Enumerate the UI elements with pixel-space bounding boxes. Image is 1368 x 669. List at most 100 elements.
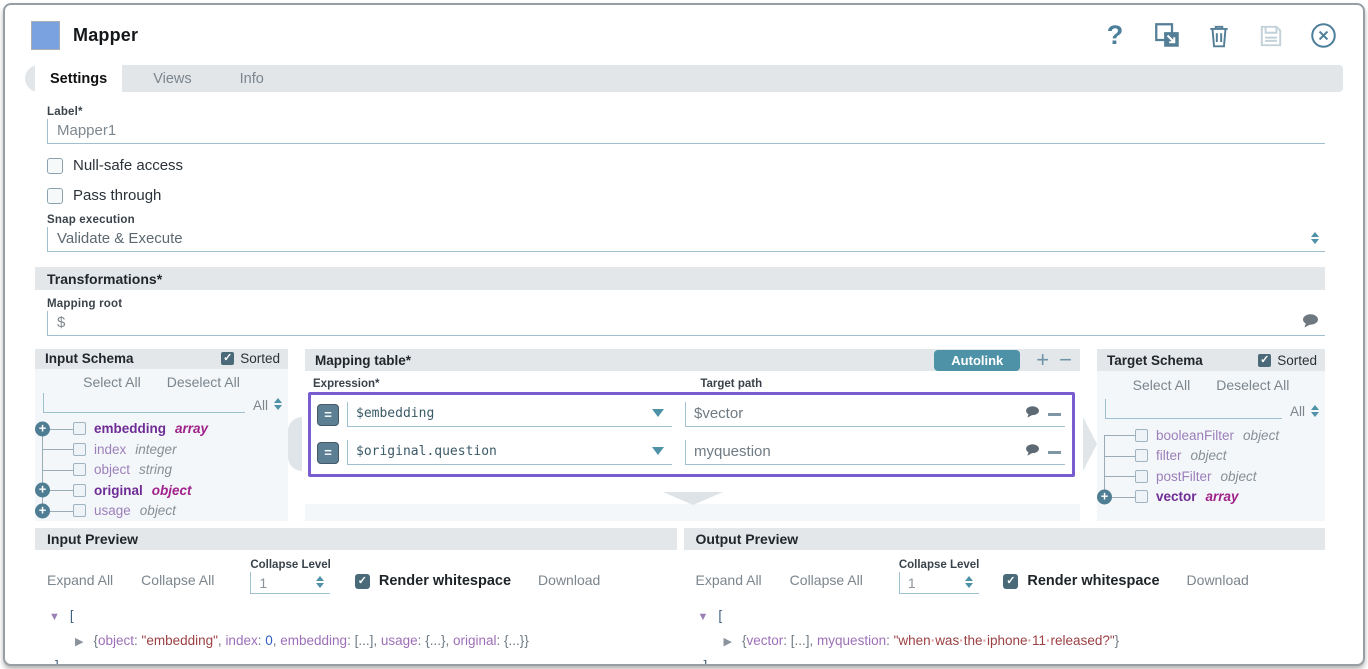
target-column-header: Target path — [700, 378, 1080, 390]
input-download-link[interactable]: Download — [538, 572, 600, 588]
null-safe-row: Null-safe access — [47, 157, 1325, 174]
stepper-icon[interactable] — [316, 576, 324, 588]
expand-plus-icon[interactable]: + — [35, 503, 50, 518]
comment-bubble-icon[interactable] — [1025, 405, 1040, 423]
null-safe-label: Null-safe access — [73, 157, 183, 174]
expression-dropdown-icon[interactable] — [652, 409, 664, 417]
label-input[interactable] — [48, 122, 1325, 141]
expression-input[interactable] — [348, 406, 648, 423]
target-select-all-link[interactable]: Select All — [1133, 377, 1191, 393]
snap-icon — [31, 21, 60, 50]
pass-through-checkbox[interactable] — [47, 188, 63, 204]
input-select-all-link[interactable]: Select All — [83, 374, 141, 390]
expand-plus-icon[interactable]: + — [35, 483, 50, 498]
autolink-button[interactable]: Autolink — [934, 350, 1020, 371]
input-preview-panel: Input Preview Expand All Collapse All Co… — [35, 528, 677, 666]
expand-plus-icon[interactable]: + — [1097, 489, 1112, 504]
scope-stepper-icon[interactable] — [274, 398, 282, 410]
delete-row-icon[interactable] — [1048, 451, 1061, 454]
expand-toggle-icon[interactable]: ▶ — [75, 636, 83, 648]
left-collapse-handle[interactable] — [288, 349, 305, 521]
comment-bubble-icon[interactable] — [1025, 443, 1040, 461]
target-schema-search[interactable] — [1106, 399, 1282, 418]
input-deselect-all-link[interactable]: Deselect All — [167, 374, 240, 390]
output-collapse-all-link[interactable]: Collapse All — [790, 572, 863, 588]
schema-item-vector[interactable]: + vector array — [1097, 487, 1325, 508]
tab-settings[interactable]: Settings — [35, 65, 122, 92]
tab-views[interactable]: Views — [136, 65, 208, 92]
schema-item-checkbox[interactable] — [73, 484, 86, 497]
input-schema-search-wrap — [43, 393, 245, 413]
expand-plus-icon[interactable]: + — [35, 421, 50, 436]
schema-item-checkbox[interactable] — [73, 422, 86, 435]
snap-execution-value: Validate & Execute — [48, 230, 1305, 249]
tree-connector — [42, 449, 73, 450]
stepper-icon[interactable] — [965, 576, 973, 588]
save-icon[interactable] — [1257, 22, 1285, 50]
input-collapse-level-input[interactable] — [251, 575, 310, 591]
schema-item-checkbox[interactable] — [73, 463, 86, 476]
schema-item-embedding[interactable]: + embedding array — [35, 419, 288, 440]
help-icon[interactable]: ? — [1101, 22, 1129, 50]
comment-bubble-icon[interactable] — [1302, 314, 1319, 333]
mapping-row: = — [317, 402, 1065, 427]
label-caption: Label* — [47, 106, 1325, 118]
output-collapse-level-input[interactable] — [900, 575, 959, 591]
snap-execution-select[interactable]: Validate & Execute — [47, 227, 1325, 252]
snap-execution-caption: Snap execution — [47, 214, 1325, 226]
mapping-root-input[interactable] — [48, 314, 1302, 333]
schema-item-index[interactable]: index integer — [35, 439, 288, 460]
target-path-input[interactable] — [686, 405, 1021, 424]
input-schema-panel: Input Schema Sorted Select All Deselect … — [35, 349, 288, 521]
delete-row-icon[interactable] — [1048, 413, 1061, 416]
target-sorted-checkbox[interactable] — [1258, 354, 1271, 367]
collapse-toggle-icon[interactable]: ▼ — [698, 611, 709, 623]
input-sorted-checkbox[interactable] — [221, 352, 234, 365]
chevron-down-icon[interactable] — [663, 492, 723, 505]
input-collapse-all-link[interactable]: Collapse All — [141, 572, 214, 588]
output-download-link[interactable]: Download — [1187, 572, 1249, 588]
schema-item-checkbox[interactable] — [1135, 470, 1148, 483]
output-expand-all-link[interactable]: Expand All — [696, 572, 762, 588]
schema-item-booleanFilter[interactable]: booleanFilter object — [1097, 425, 1325, 446]
input-schema-search[interactable] — [44, 393, 245, 412]
expression-toggle-button[interactable]: = — [317, 442, 339, 464]
schema-item-checkbox[interactable] — [73, 443, 86, 456]
input-render-whitespace-checkbox[interactable] — [355, 574, 370, 589]
expand-toggle-icon[interactable]: ▶ — [724, 636, 732, 648]
input-preview-title: Input Preview — [35, 528, 677, 550]
schema-item-usage[interactable]: + usage object — [35, 501, 288, 522]
collapse-toggle-icon[interactable]: ▼ — [49, 611, 60, 623]
mapping-table-title: Mapping table* — [315, 353, 411, 368]
target-schema-scope[interactable]: All — [1290, 404, 1321, 419]
right-collapse-handle[interactable] — [1080, 349, 1097, 521]
schema-item-filter[interactable]: filter object — [1097, 446, 1325, 467]
target-deselect-all-link[interactable]: Deselect All — [1216, 377, 1289, 393]
input-schema-scope[interactable]: All — [253, 398, 284, 413]
target-schema-title: Target Schema — [1107, 353, 1203, 368]
schema-item-postFilter[interactable]: postFilter object — [1097, 466, 1325, 487]
add-row-icon[interactable]: + — [1036, 349, 1049, 371]
schema-item-object[interactable]: object string — [35, 460, 288, 481]
remove-row-icon[interactable]: − — [1059, 349, 1072, 371]
popout-icon[interactable] — [1153, 22, 1181, 50]
input-preview-json: ▼[ ▶{object: "embedding", index: 0, embe… — [35, 594, 677, 666]
input-expand-all-link[interactable]: Expand All — [47, 572, 113, 588]
close-icon[interactable] — [1309, 22, 1337, 50]
scope-stepper-icon[interactable] — [1311, 405, 1319, 417]
expression-toggle-button[interactable]: = — [317, 404, 339, 426]
expression-dropdown-icon[interactable] — [652, 447, 664, 455]
delete-icon[interactable] — [1205, 22, 1233, 50]
schema-item-checkbox[interactable] — [1135, 429, 1148, 442]
target-path-input[interactable] — [686, 443, 1021, 462]
null-safe-checkbox[interactable] — [47, 158, 63, 174]
stepper-icon[interactable] — [1311, 232, 1319, 244]
tab-info[interactable]: Info — [223, 65, 281, 92]
output-render-whitespace-checkbox[interactable] — [1003, 574, 1018, 589]
mapping-rows-selection: = = — [308, 392, 1075, 477]
expression-input[interactable] — [348, 444, 648, 461]
schema-item-original[interactable]: + original object — [35, 480, 288, 501]
schema-item-checkbox[interactable] — [1135, 449, 1148, 462]
schema-item-checkbox[interactable] — [1135, 490, 1148, 503]
schema-item-checkbox[interactable] — [73, 504, 86, 517]
